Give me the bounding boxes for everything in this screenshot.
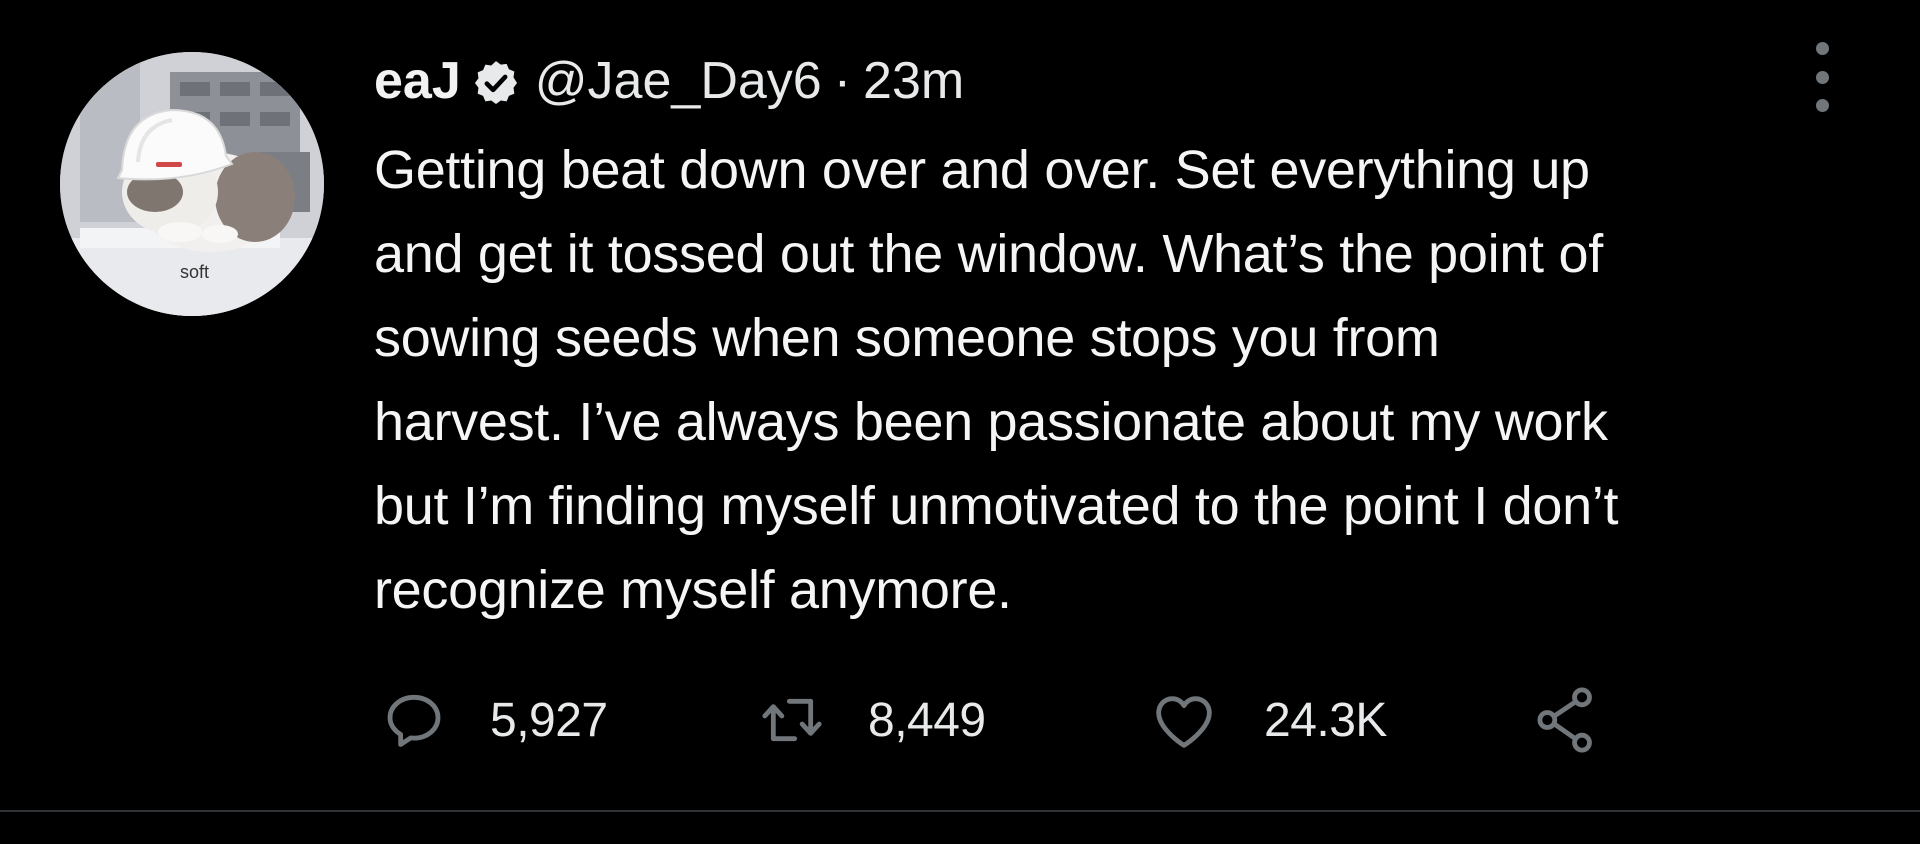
avatar-image: soft xyxy=(60,52,324,316)
tweet-divider xyxy=(0,810,1920,812)
tweet-text: Getting beat down over and over. Set eve… xyxy=(374,140,1619,620)
tweet-timestamp[interactable]: 23m xyxy=(863,46,964,116)
tweet-header: eaJ @Jae_Day6 · 23m xyxy=(374,46,964,116)
header-separator: · xyxy=(833,52,852,110)
avatar-caption: soft xyxy=(180,262,209,282)
user-handle[interactable]: @Jae_Day6 xyxy=(535,46,822,116)
more-vertical-icon xyxy=(1815,42,1829,55)
reply-icon xyxy=(382,688,446,752)
retweet-count: 8,449 xyxy=(868,693,986,747)
avatar[interactable]: soft xyxy=(60,52,324,316)
share-icon xyxy=(1534,685,1598,755)
more-options-button[interactable] xyxy=(1804,42,1840,112)
like-count: 24.3K xyxy=(1264,693,1387,747)
verified-badge-icon xyxy=(471,56,521,106)
share-button[interactable] xyxy=(1534,680,1598,760)
reply-button[interactable]: 5,927 xyxy=(382,680,608,760)
tweet[interactable]: soft eaJ @Jae_Day6 · 23m Getting beat do… xyxy=(0,0,1920,812)
reply-count: 5,927 xyxy=(490,693,608,747)
tweet-actions: 5,927 8,449 24.3K xyxy=(374,680,1674,760)
more-vertical-icon-dot xyxy=(1815,70,1829,84)
like-button[interactable]: 24.3K xyxy=(1148,680,1387,760)
display-name[interactable]: eaJ xyxy=(374,46,461,116)
retweet-icon xyxy=(760,688,824,752)
more-vertical-icon-dot xyxy=(1815,99,1829,112)
heart-icon xyxy=(1148,688,1220,752)
retweet-button[interactable]: 8,449 xyxy=(760,680,986,760)
